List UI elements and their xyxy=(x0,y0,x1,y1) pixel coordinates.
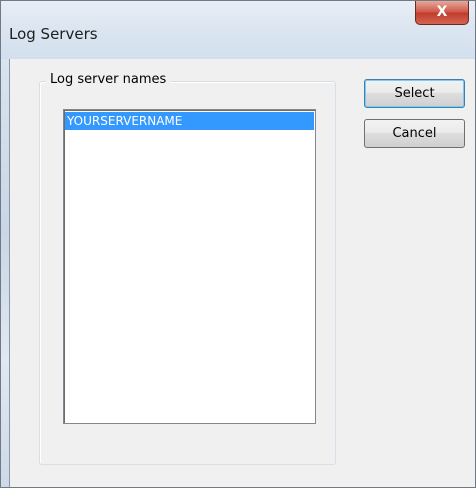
window-frame-left xyxy=(1,59,9,487)
log-server-listbox[interactable]: YOURSERVERNAME xyxy=(63,109,316,424)
list-item-yourservername[interactable]: YOURSERVERNAME xyxy=(65,112,314,130)
close-icon: X xyxy=(436,4,448,20)
select-button[interactable]: Select xyxy=(364,79,465,108)
dialog-client-area: Log server names YOURSERVERNAME Select C… xyxy=(9,59,475,487)
log-servers-dialog: Log Servers X Log server names YOURSERVE… xyxy=(0,0,476,488)
close-button[interactable]: X xyxy=(415,1,469,25)
title-bar[interactable]: Log Servers X xyxy=(1,1,475,59)
cancel-button[interactable]: Cancel xyxy=(364,119,465,148)
window-title: Log Servers xyxy=(9,25,98,43)
group-label: Log server names xyxy=(46,72,171,87)
